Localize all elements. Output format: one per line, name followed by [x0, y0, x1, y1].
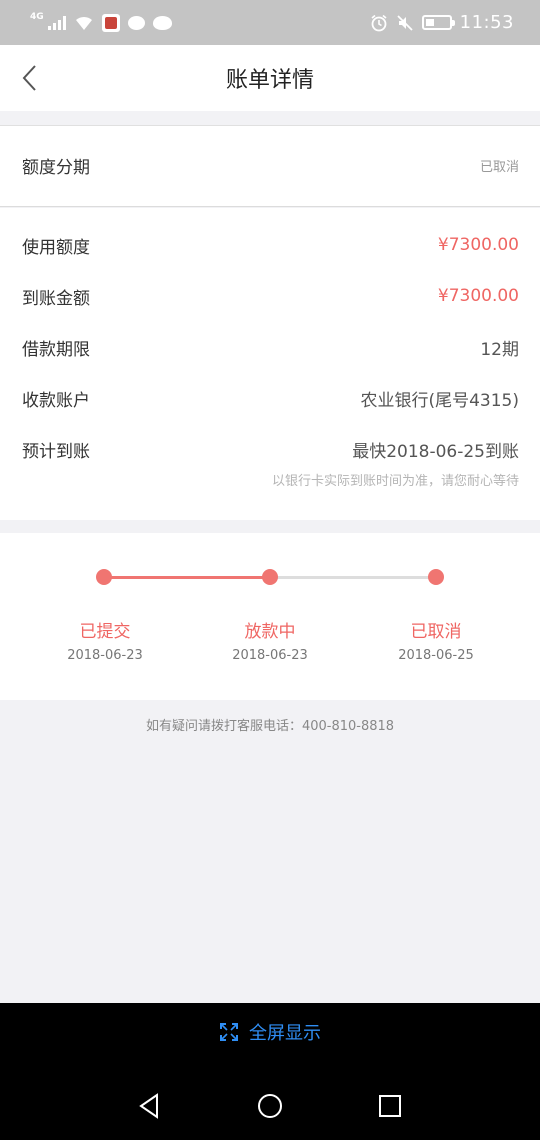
- step-date-1: 2018-06-23: [67, 648, 143, 663]
- summary-row: 额度分期 已取消: [22, 150, 519, 180]
- detail-label: 预计到账: [22, 441, 90, 462]
- detail-label: 到账金额: [22, 288, 90, 309]
- arrival-note: 以银行卡实际到账时间为准，请您耐心等待: [271, 474, 519, 489]
- progress-dot-2: [262, 569, 278, 585]
- detail-row-received-amount: 到账金额 ¥7300.00: [22, 281, 519, 311]
- wechat-icon: [152, 15, 172, 30]
- detail-value: 12期: [480, 339, 519, 360]
- detail-label: 使用额度: [22, 237, 90, 258]
- status-bar: 4G 11:53: [0, 0, 540, 45]
- step-date-2: 2018-06-23: [232, 648, 308, 663]
- signal-icon: [47, 15, 66, 30]
- summary-label: 额度分期: [22, 157, 90, 178]
- detail-row-account: 收款账户 农业银行(尾号4315): [22, 383, 519, 413]
- step-label-3: 已取消: [410, 622, 462, 642]
- detail-label: 借款期限: [22, 339, 90, 360]
- message-icon: [127, 15, 145, 30]
- fullscreen-button[interactable]: 全屏显示: [0, 1017, 540, 1047]
- step-label-1: 已提交: [79, 622, 131, 642]
- summary-card: 额度分期 已取消: [0, 125, 540, 207]
- expand-icon: [220, 1023, 238, 1041]
- status-left: 4G: [30, 11, 172, 32]
- clock: 11:53: [459, 12, 514, 33]
- progress-dot-3: [428, 569, 444, 585]
- battery-icon: [421, 15, 455, 30]
- detail-value: ¥7300.00: [437, 286, 519, 306]
- detail-row-used-amount: 使用额度 ¥7300.00: [22, 230, 519, 260]
- detail-row-estimated-arrival: 预计到账 最快2018-06-25到账: [22, 434, 519, 464]
- detail-value: 农业银行(尾号4315): [360, 390, 519, 411]
- detail-label: 收款账户: [22, 390, 90, 411]
- customer-service-text: 如有疑问请拨打客服电话：400-810-8818: [145, 719, 395, 734]
- detail-row-term: 借款期限 12期: [22, 332, 519, 362]
- fullscreen-label: 全屏显示: [249, 1023, 321, 1044]
- detail-value: 最快2018-06-25到账: [352, 441, 519, 462]
- progress-track-remaining: [270, 576, 436, 579]
- step-date-3: 2018-06-25: [398, 648, 474, 663]
- navigation-bar: 账单详情: [0, 45, 540, 111]
- progress-dot-1: [96, 569, 112, 585]
- mute-icon: [396, 14, 413, 31]
- back-triangle-icon[interactable]: [134, 1090, 166, 1122]
- status-right: 11:53: [370, 12, 514, 33]
- step-label-2: 放款中: [244, 622, 296, 642]
- details-card: 使用额度 ¥7300.00 到账金额 ¥7300.00 借款期限 12期 收款账…: [0, 208, 540, 520]
- progress-track-completed: [104, 576, 270, 579]
- alarm-icon: [371, 14, 387, 31]
- status-badge: 已取消: [479, 159, 519, 175]
- app-notification-icon: [101, 13, 120, 32]
- detail-value: ¥7300.00: [437, 235, 519, 255]
- wifi-icon: [75, 16, 92, 30]
- page-title: 账单详情: [225, 68, 314, 93]
- recents-square-icon[interactable]: [374, 1090, 406, 1122]
- progress-card: 已提交 放款中 已取消 2018-06-23 2018-06-23 2018-0…: [0, 533, 540, 700]
- network-type: 4G: [30, 11, 44, 22]
- chevron-left-icon[interactable]: [18, 63, 48, 93]
- home-circle-icon[interactable]: [254, 1090, 286, 1122]
